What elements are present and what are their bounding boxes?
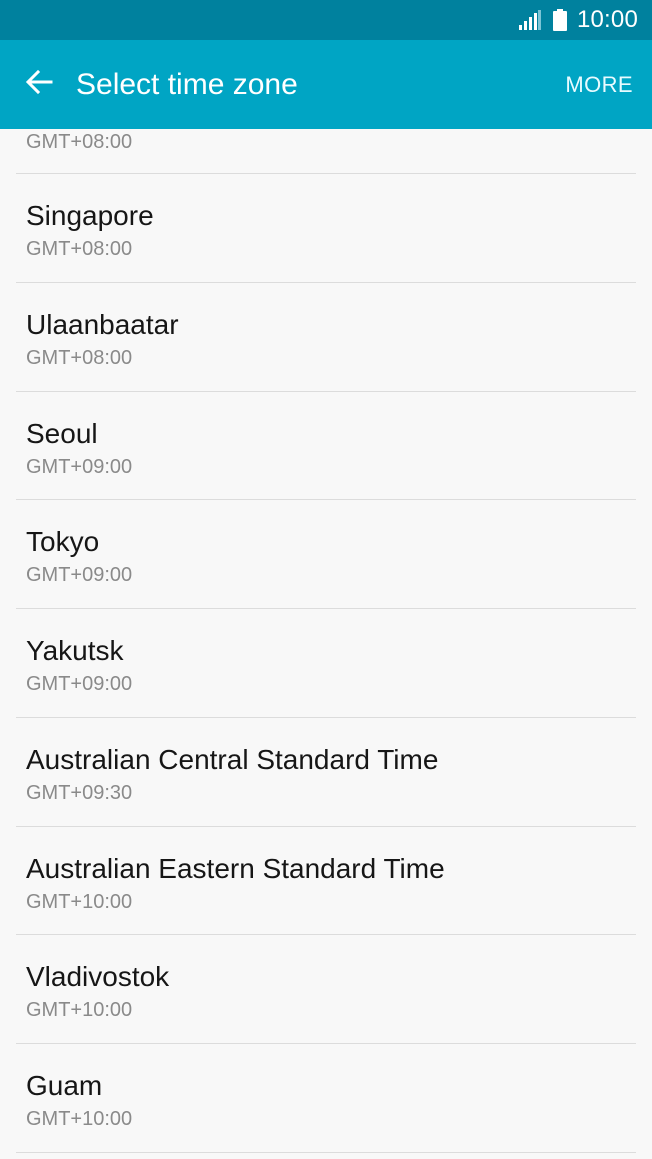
list-item-name: Yakutsk <box>26 635 124 666</box>
list-item[interactable]: Ulaanbaatar GMT+08:00 <box>0 283 652 391</box>
battery-icon <box>552 9 567 31</box>
list-item-offset: GMT+10:00 <box>26 999 133 1021</box>
page-title: Select time zone <box>76 68 298 101</box>
list-item-offset: GMT+09:30 <box>26 782 133 804</box>
list-item[interactable]: Yakutsk GMT+09:00 <box>0 609 652 717</box>
arrow-left-icon <box>25 69 53 100</box>
list-item-name: Guam <box>26 1070 103 1101</box>
list-item-offset: GMT+09:00 <box>26 673 133 695</box>
list-item[interactable]: Seoul GMT+09:00 <box>0 392 652 500</box>
time-zone-list[interactable]: GMT+08:00 Singapore GMT+08:00 Ulaanbaata… <box>0 129 652 1159</box>
back-button[interactable] <box>0 40 76 129</box>
list-item-name: Seoul <box>26 418 98 449</box>
list-item-name: Vladivostok <box>26 961 170 992</box>
list-item-offset: GMT+09:00 <box>26 456 133 478</box>
status-bar: 10:00 <box>0 0 652 40</box>
list-item-name: Tokyo <box>26 526 100 557</box>
list-item[interactable]: Australian Central Standard Time GMT+09:… <box>0 718 652 826</box>
list-item[interactable]: Vladivostok GMT+10:00 <box>0 935 652 1043</box>
list-item-offset: GMT+08:00 <box>26 238 133 260</box>
list-item[interactable]: GMT+08:00 <box>0 129 652 174</box>
list-item-name: Ulaanbaatar <box>26 309 179 340</box>
list-item-offset: GMT+10:00 <box>26 1108 133 1130</box>
list-item-name: Australian Eastern Standard Time <box>26 853 445 884</box>
list-item[interactable]: Singapore GMT+08:00 <box>0 174 652 282</box>
more-button[interactable]: MORE <box>565 72 633 98</box>
divider <box>16 1152 636 1153</box>
list-item[interactable]: Australian Eastern Standard Time GMT+10:… <box>0 827 652 935</box>
list-item-offset: GMT+09:00 <box>26 564 133 586</box>
list-item-name: Australian Central Standard Time <box>26 744 439 775</box>
list-item[interactable]: Guam GMT+10:00 <box>0 1044 652 1152</box>
signal-icon <box>518 10 541 30</box>
list-item-name: Singapore <box>26 200 154 231</box>
list-item-offset: GMT+08:00 <box>26 131 133 153</box>
app-bar: Select time zone MORE <box>0 40 652 129</box>
list-item-offset: GMT+08:00 <box>26 347 133 369</box>
list-item-offset: GMT+10:00 <box>26 891 133 913</box>
status-time: 10:00 <box>576 6 638 33</box>
list-item[interactable]: Tokyo GMT+09:00 <box>0 500 652 608</box>
